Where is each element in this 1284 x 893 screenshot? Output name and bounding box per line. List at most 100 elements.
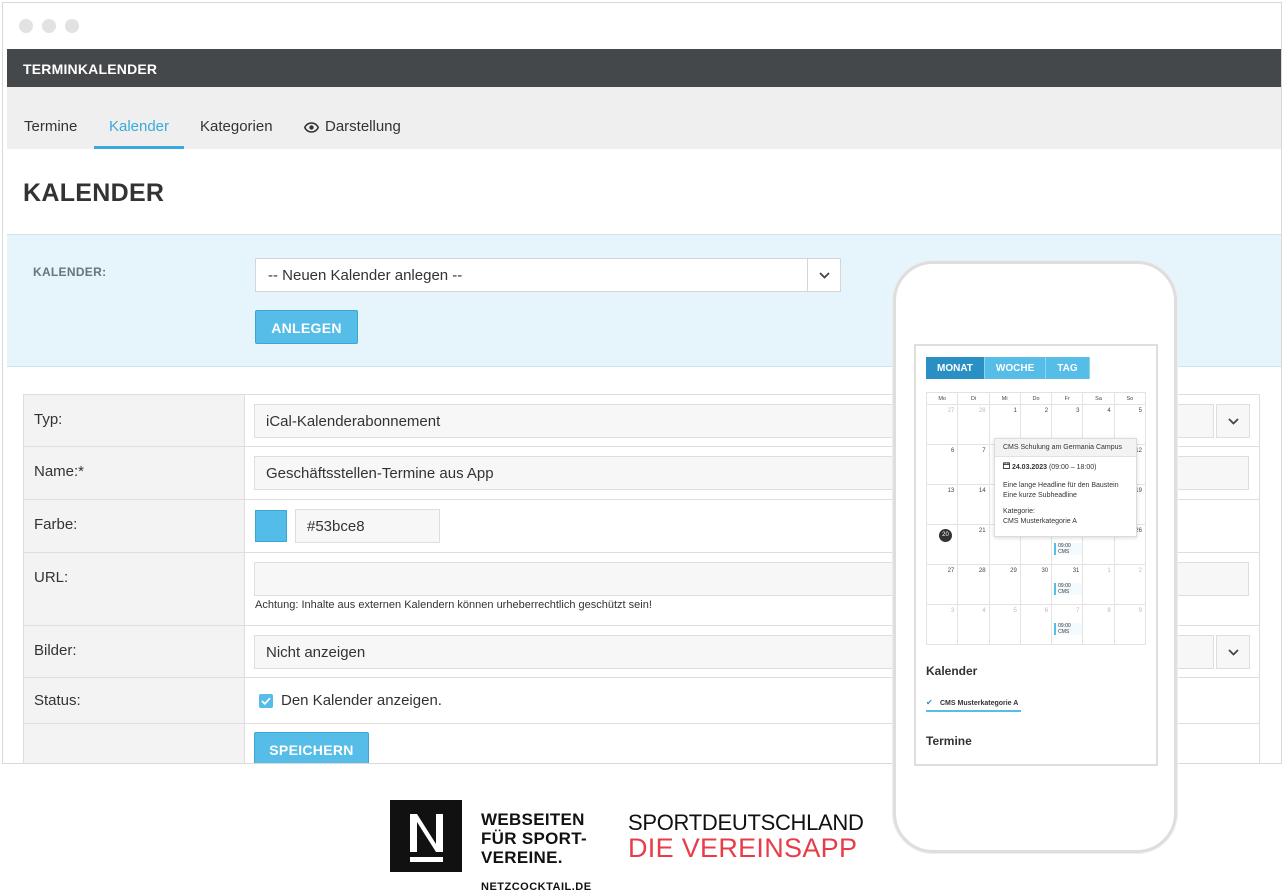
calendar-day[interactable]: 28 (958, 405, 990, 445)
day-number: 28 (978, 408, 986, 414)
color-input[interactable]: #53bce8 (295, 509, 440, 543)
day-number: 1 (1107, 568, 1111, 574)
calendar-day[interactable]: 30 (1020, 565, 1053, 605)
day-number: 13 (947, 488, 955, 494)
weekday-label: Fr (1052, 393, 1084, 405)
logo-url: NETZCOCKTAIL.DE (481, 881, 592, 893)
calendar-day-today[interactable]: 20 (927, 525, 959, 565)
window-dot-icon[interactable] (65, 19, 79, 33)
create-calendar-button[interactable]: ANLEGEN (255, 310, 358, 344)
name-label: Name:* (23, 447, 245, 499)
status-checkbox-label: Den Kalender anzeigen. (281, 692, 442, 709)
calendar-day[interactable]: 27 (927, 405, 959, 445)
calendar-day[interactable]: 5 (989, 605, 1021, 645)
netzcocktail-logo (390, 800, 462, 872)
popup-category-label: Kategorie: (1003, 508, 1035, 515)
calendar-heading: Kalender (926, 664, 978, 678)
calendar-day[interactable]: 6 (927, 445, 959, 485)
day-number: 5 (1138, 408, 1142, 414)
calendar-event[interactable]: 09:00 CMS (1054, 623, 1083, 635)
day-number: 1 (1013, 408, 1017, 414)
calendar-day[interactable]: 4 (958, 605, 990, 645)
logo-line: VEREINE. (481, 848, 563, 867)
calendar-day[interactable]: 8 (1083, 605, 1115, 645)
calendar-day[interactable]: 9 (1114, 605, 1146, 645)
day-number: 4 (982, 608, 986, 614)
calendar-day[interactable]: 31 09:00 CMS (1052, 565, 1084, 605)
calendar-week: 27 28 29 30 31 09:00 CMS 1 2 (927, 565, 1146, 605)
chevron-down-icon[interactable] (1216, 404, 1250, 438)
calendar-event[interactable]: 09:00 CMS (1054, 543, 1083, 555)
tab-kategorien[interactable]: Kategorien (200, 87, 273, 149)
phone-mockup: MONAT WOCHE TAG Mo Di Mi Do Fr Sa So 27 … (893, 261, 1177, 853)
calendar-day[interactable]: 7 09:00 CMS (1052, 605, 1084, 645)
tab-termine[interactable]: Termine (24, 87, 77, 149)
calendar-day[interactable]: 1 (1083, 565, 1115, 605)
tab-darstellung[interactable]: Darstellung (303, 87, 401, 149)
window-controls (19, 19, 79, 33)
weekday-header: Mo Di Mi Do Fr Sa So (927, 393, 1146, 405)
calendar-day[interactable]: 29 (989, 565, 1021, 605)
calendar-day[interactable]: 13 (927, 485, 959, 525)
status-checkbox[interactable] (259, 694, 273, 708)
day-number: 3 (950, 608, 955, 614)
calendar-view-tabs: MONAT WOCHE TAG (926, 357, 1090, 379)
logo-tagline: WEBSEITEN FÜR SPORT- VEREINE. (481, 810, 587, 867)
url-label: URL: (23, 553, 245, 625)
day-number: 28 (978, 568, 986, 574)
weekday-label: Sa (1083, 393, 1115, 405)
tab-kalender[interactable]: Kalender (94, 87, 184, 149)
calendar-event[interactable]: 09:00 CMS (1054, 583, 1083, 595)
day-number: 2 (1044, 408, 1049, 414)
day-number: 4 (1107, 408, 1111, 414)
day-number: 6 (950, 448, 955, 454)
eye-icon (303, 120, 320, 137)
day-number: 5 (1013, 608, 1017, 614)
chevron-down-icon[interactable] (1216, 635, 1250, 669)
calendar-day[interactable]: 7 (958, 445, 990, 485)
logo-line: FÜR SPORT- (481, 829, 587, 848)
popup-date-value: 24.03.2023 (1011, 464, 1047, 471)
app-title-bar: TERMINKALENDER (7, 49, 1281, 87)
calendar-select-value: -- Neuen Kalender anlegen -- (268, 267, 463, 284)
view-tab-day[interactable]: TAG (1046, 357, 1090, 379)
weekday-label: Mi (989, 393, 1021, 405)
day-number: 27 (947, 568, 955, 574)
weekday-label: Do (1020, 393, 1053, 405)
check-icon: ✔ (926, 698, 933, 707)
popup-time: (09:00 – 18:00) (1048, 464, 1097, 471)
calendar-week: 3 4 5 6 7 09:00 CMS 8 9 (927, 605, 1146, 645)
calendar-picker-label: KALENDER: (33, 265, 107, 279)
category-chip-label: CMS Musterkategorie A (940, 700, 1019, 707)
calendar-icon (1003, 462, 1012, 471)
page-title: KALENDER (23, 179, 165, 207)
category-filter-chip[interactable]: ✔ CMS Musterkategorie A (926, 695, 1021, 712)
calendar-day[interactable]: 28 (958, 565, 990, 605)
popup-title: CMS Schulung am Germania Campus (995, 439, 1136, 457)
calendar-day[interactable]: 27 (927, 565, 959, 605)
popup-subheadline: Eine kurze Subheadline (1003, 492, 1077, 499)
calendar-day[interactable]: 21 (958, 525, 990, 565)
view-tab-week[interactable]: WOCHE (984, 357, 1047, 379)
calendar-day[interactable]: 14 (958, 485, 990, 525)
check-icon (261, 697, 271, 705)
event-popup: CMS Schulung am Germania Campus 24.03.20… (994, 438, 1137, 537)
url-hint: Achtung: Inhalte aus externen Kalendern … (255, 599, 652, 611)
chevron-down-icon[interactable] (807, 259, 840, 291)
day-number: 7 (982, 448, 986, 454)
calendar-day[interactable]: 2 (1114, 565, 1146, 605)
save-button[interactable]: SPEICHERN (254, 732, 369, 763)
day-number: 2 (1138, 568, 1142, 574)
window-dot-icon[interactable] (42, 19, 56, 33)
color-swatch[interactable] (255, 510, 287, 542)
images-label: Bilder: (23, 626, 245, 677)
day-number: 30 (1041, 568, 1049, 574)
view-tab-month[interactable]: MONAT (926, 357, 985, 379)
calendar-day[interactable]: 3 (927, 605, 959, 645)
calendar-select[interactable]: -- Neuen Kalender anlegen -- (255, 258, 841, 292)
calendar-day[interactable]: 6 (1020, 605, 1053, 645)
weekday-label: So (1114, 393, 1146, 405)
tab-bar: Termine Kalender Kategorien Darstellung (7, 87, 1281, 149)
events-heading: Termine (926, 734, 972, 748)
window-dot-icon[interactable] (19, 19, 33, 33)
